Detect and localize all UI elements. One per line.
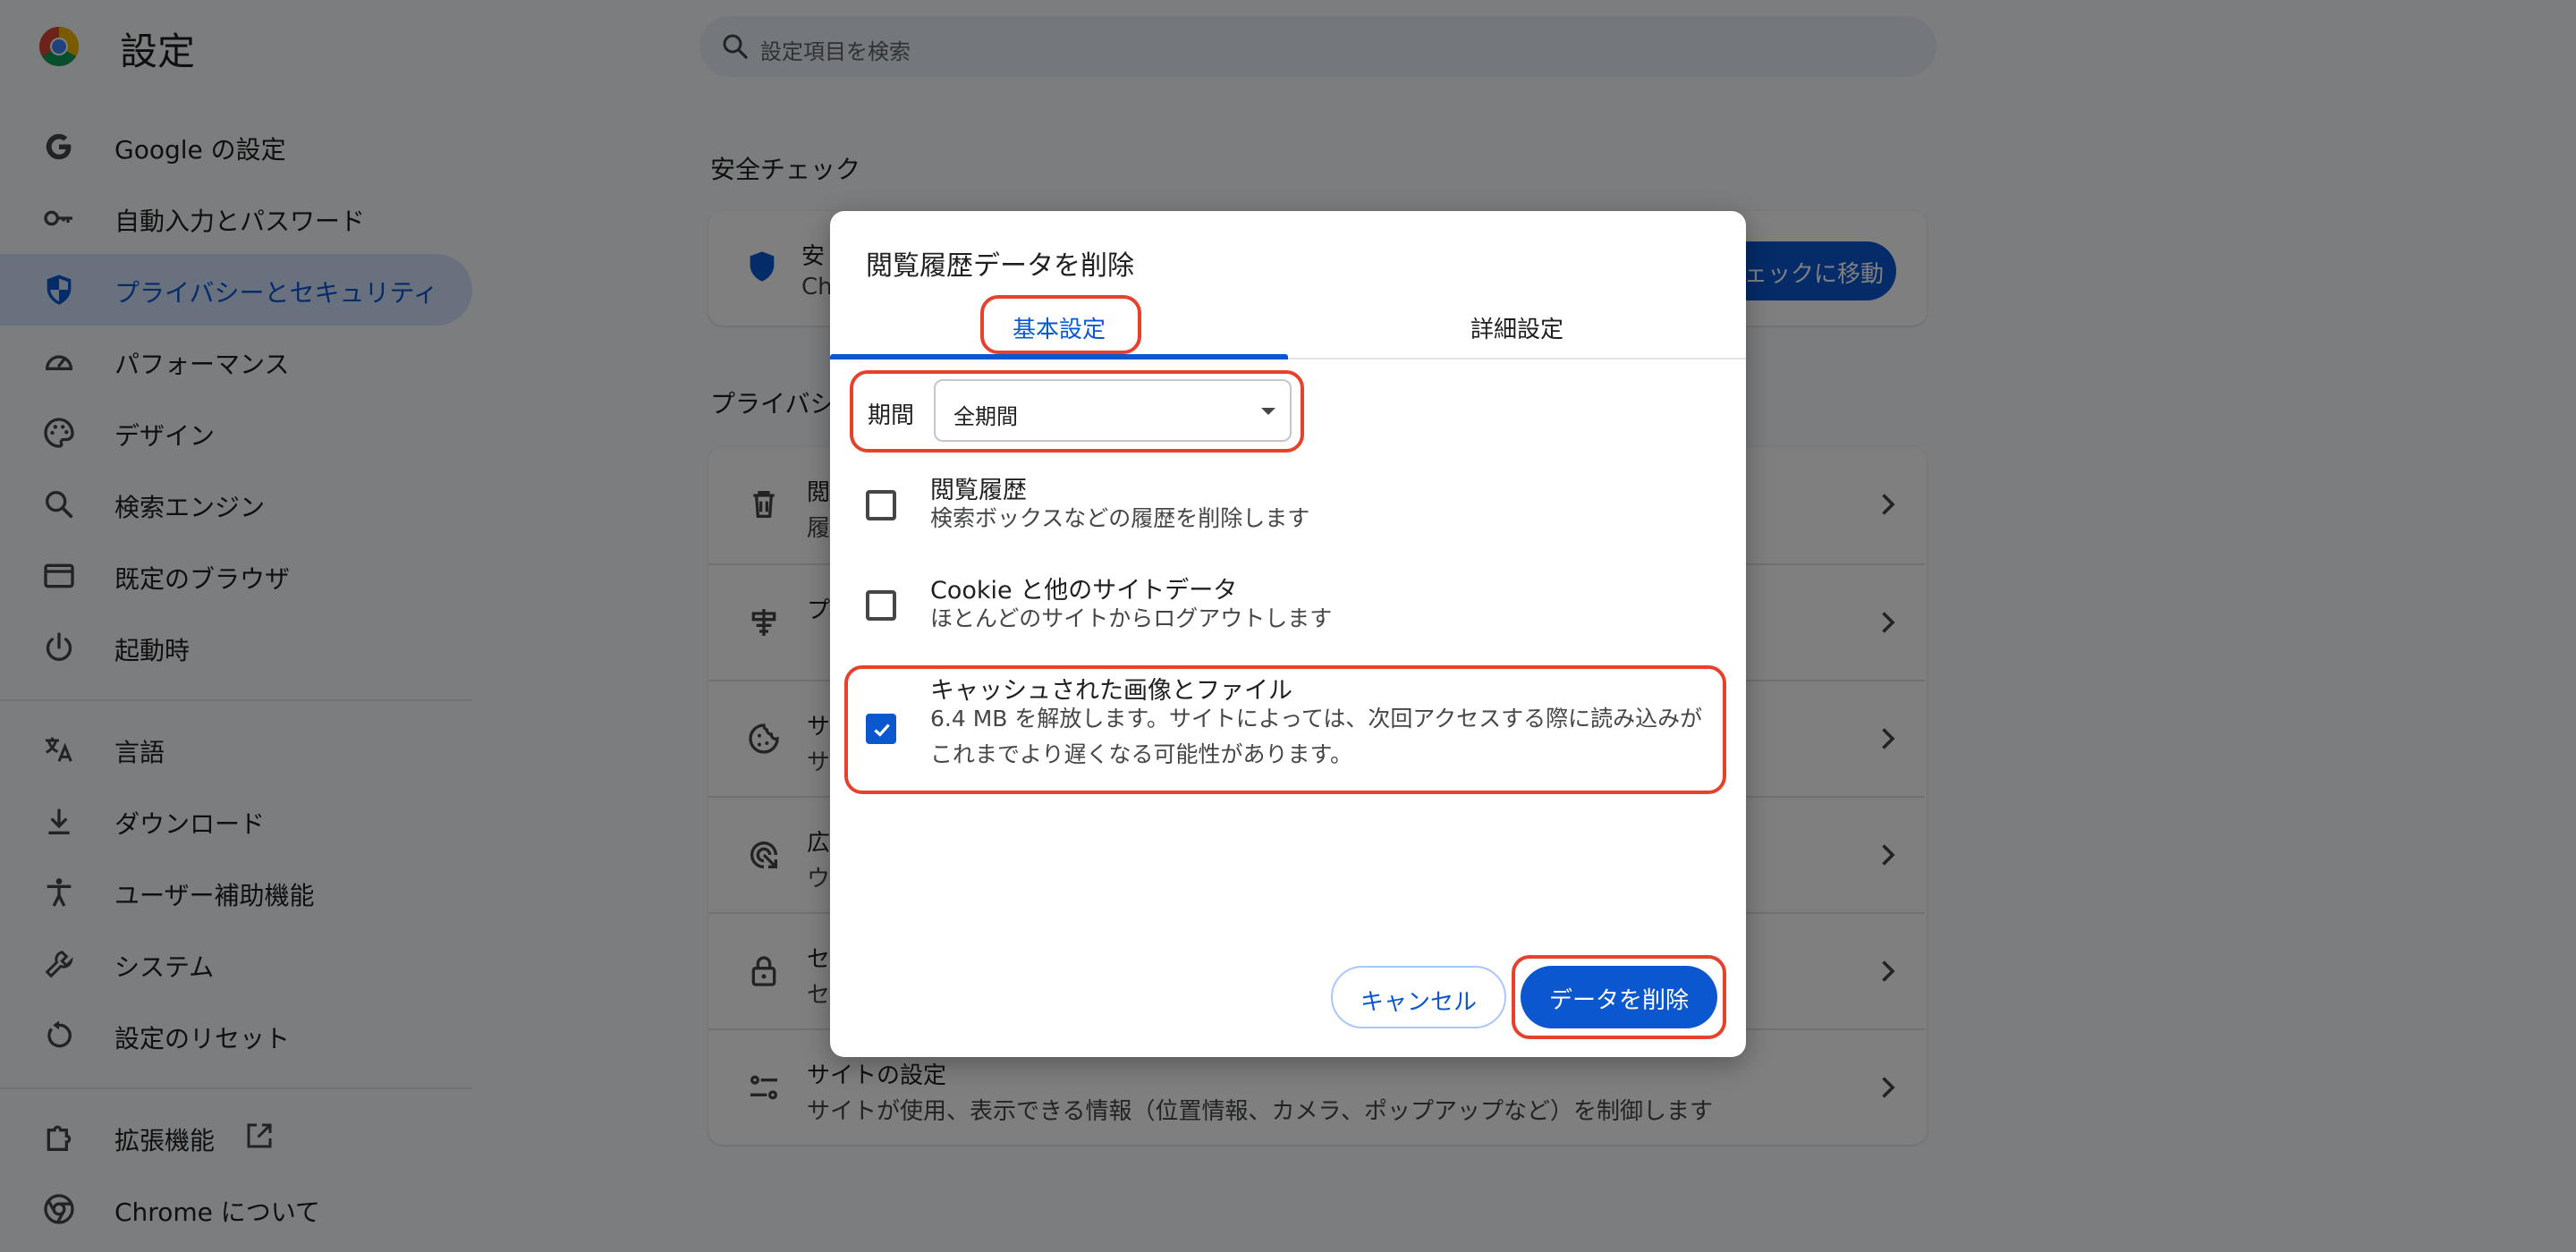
clear-browsing-data-dialog: 閲覧履歴データを削除 基本設定 詳細設定 期間 全期間 閲覧履歴 検索ボックスな… bbox=[830, 211, 1746, 1057]
settings-page: 設定 設定項目を検索 Google の設定 自動入力とパスワード bbox=[0, 0, 2576, 1252]
cookies-checkbox[interactable] bbox=[866, 590, 896, 621]
tab-active-indicator bbox=[830, 354, 1288, 360]
tab-label: 詳細設定 bbox=[1470, 317, 1563, 343]
dialog-tabs: 基本設定 詳細設定 bbox=[830, 292, 1746, 360]
cancel-label: キャンセル bbox=[1360, 989, 1477, 1016]
highlight-delete-button bbox=[1512, 955, 1726, 1039]
highlight-basic-tab bbox=[980, 295, 1141, 354]
option-description: ほとんどのサイトからログアウトします bbox=[930, 605, 1333, 631]
browsing-history-checkbox[interactable] bbox=[866, 490, 896, 520]
tab-advanced[interactable]: 詳細設定 bbox=[1288, 292, 1746, 360]
highlight-cached-option bbox=[844, 665, 1726, 794]
cancel-button[interactable]: キャンセル bbox=[1331, 966, 1506, 1028]
highlight-time-range bbox=[850, 370, 1304, 453]
option-description: 検索ボックスなどの履歴を削除します bbox=[930, 505, 1310, 531]
dialog-title: 閲覧履歴データを削除 bbox=[866, 250, 1134, 282]
